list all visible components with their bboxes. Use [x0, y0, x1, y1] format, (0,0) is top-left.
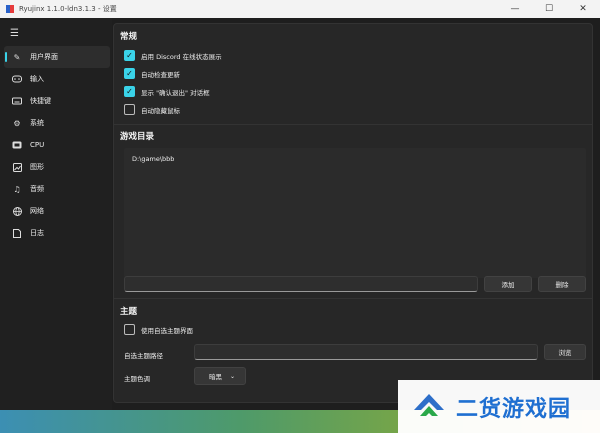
close-button[interactable]: ✕ — [566, 0, 600, 18]
remove-dir-button[interactable]: 删除 — [538, 276, 586, 292]
confirm-exit-label: 显示 "确认退出" 对话框 — [141, 88, 210, 97]
settings-nav: ✎ 用户界面 输入 快捷键 ⚙ 系统 CPU 图形 ♫ 音频 网络 日志 — [4, 46, 110, 244]
image-icon — [12, 162, 22, 172]
music-icon: ♫ — [13, 184, 21, 194]
sidebar-item-label: CPU — [30, 141, 45, 149]
watermark-text: 二货游戏园 — [456, 396, 572, 422]
globe-icon — [12, 206, 22, 216]
sidebar-item-label: 音频 — [30, 185, 44, 193]
theme-path-input[interactable] — [194, 344, 538, 360]
hamburger-menu-icon[interactable]: ☰ — [10, 28, 22, 40]
sidebar-item-label: 输入 — [30, 75, 44, 83]
sidebar-item-log[interactable]: 日志 — [4, 222, 110, 244]
section-divider — [114, 124, 592, 125]
sidebar-item-label: 用户界面 — [30, 53, 58, 61]
settings-sidebar: ☰ ✎ 用户界面 输入 快捷键 ⚙ 系统 CPU 图形 ♫ 音频 网络 日志 — [0, 18, 112, 410]
sidebar-item-user-interface[interactable]: ✎ 用户界面 — [4, 46, 110, 68]
checkbox-checked-icon[interactable]: ✓ — [124, 68, 135, 79]
watermark-logo-icon — [414, 393, 444, 416]
base-style-label: 主题色调 — [124, 375, 150, 383]
hide-cursor-option[interactable]: 自动隐藏鼠标 — [124, 104, 180, 115]
hide-cursor-label: 自动隐藏鼠标 — [141, 106, 180, 115]
sidebar-item-label: 图形 — [30, 163, 44, 171]
theme-path-label: 自选主题路径 — [124, 352, 163, 360]
discord-presence-label: 启用 Discord 在线状态展示 — [141, 52, 222, 61]
sidebar-item-network[interactable]: 网络 — [4, 200, 110, 222]
sidebar-item-label: 系统 — [30, 119, 44, 127]
theme-section-title: 主题 — [120, 307, 138, 317]
checkbox-unchecked-icon[interactable] — [124, 104, 135, 115]
sidebar-item-label: 日志 — [30, 229, 44, 237]
add-dir-button[interactable]: 添加 — [484, 276, 532, 292]
game-dirs-section-title: 游戏目录 — [120, 132, 155, 142]
base-style-value: 暗黑 — [209, 373, 222, 381]
game-dir-list[interactable]: D:\game\bbb — [124, 148, 586, 278]
sidebar-item-label: 快捷键 — [30, 97, 51, 105]
custom-theme-label: 使用自选主题界面 — [141, 326, 193, 335]
chevron-down-icon: ⌄ — [230, 372, 236, 380]
keyboard-icon — [12, 96, 22, 106]
browse-button[interactable]: 浏览 — [544, 344, 586, 360]
checkbox-checked-icon[interactable]: ✓ — [124, 86, 135, 97]
sidebar-item-system[interactable]: ⚙ 系统 — [4, 112, 110, 134]
gamepad-icon — [12, 74, 22, 84]
list-item[interactable]: D:\game\bbb — [132, 155, 174, 163]
gear-icon: ⚙ — [13, 118, 21, 128]
general-section-title: 常规 — [120, 32, 138, 42]
discord-presence-option[interactable]: ✓ 启用 Discord 在线状态展示 — [124, 50, 222, 61]
section-divider — [114, 298, 592, 299]
base-style-dropdown[interactable]: 暗黑 ⌄ — [194, 367, 246, 385]
cpu-icon — [12, 140, 22, 150]
confirm-exit-option[interactable]: ✓ 显示 "确认退出" 对话框 — [124, 86, 210, 97]
watermark-banner: 二货游戏园 — [398, 380, 600, 433]
maximize-button[interactable]: ☐ — [532, 0, 566, 18]
check-updates-label: 自动检查更新 — [141, 70, 180, 79]
document-icon — [12, 228, 22, 238]
minimize-button[interactable]: — — [498, 0, 532, 18]
settings-content-panel: 常规 ✓ 启用 Discord 在线状态展示 ✓ 自动检查更新 ✓ 显示 "确认… — [113, 23, 593, 403]
game-dir-path-input[interactable] — [124, 276, 478, 292]
sidebar-item-label: 网络 — [30, 207, 44, 215]
title-bar: Ryujinx 1.1.0-ldn3.1.3 - 设置 — ☐ ✕ — [0, 0, 600, 18]
sidebar-item-hotkeys[interactable]: 快捷键 — [4, 90, 110, 112]
checkbox-checked-icon[interactable]: ✓ — [124, 50, 135, 61]
sidebar-item-cpu[interactable]: CPU — [4, 134, 110, 156]
check-updates-option[interactable]: ✓ 自动检查更新 — [124, 68, 180, 79]
window-title: Ryujinx 1.1.0-ldn3.1.3 - 设置 — [19, 5, 117, 13]
sidebar-item-input[interactable]: 输入 — [4, 68, 110, 90]
checkbox-unchecked-icon[interactable] — [124, 324, 135, 335]
pencil-icon: ✎ — [13, 52, 21, 62]
ryujinx-app-icon — [6, 5, 14, 13]
settings-window: Ryujinx 1.1.0-ldn3.1.3 - 设置 — ☐ ✕ ☰ ✎ 用户… — [0, 0, 600, 410]
custom-theme-option[interactable]: 使用自选主题界面 — [124, 324, 193, 335]
sidebar-item-audio[interactable]: ♫ 音频 — [4, 178, 110, 200]
sidebar-item-graphics[interactable]: 图形 — [4, 156, 110, 178]
